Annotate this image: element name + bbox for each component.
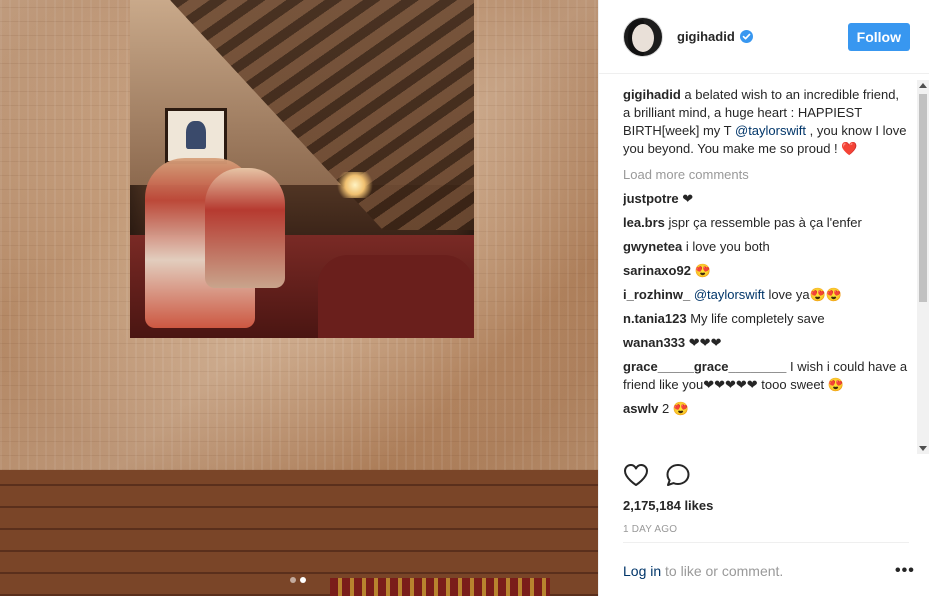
person xyxy=(205,168,285,288)
follow-button[interactable]: Follow xyxy=(847,22,910,51)
comment-item: lea.brs jspr ça ressemble pas à ça l'enf… xyxy=(623,214,908,232)
lamp xyxy=(335,172,375,198)
rug xyxy=(330,578,550,596)
verified-badge-icon xyxy=(739,30,753,43)
post-timestamp: 1 DAY AGO xyxy=(623,524,678,535)
comment-item: n.tania123 My life completely save xyxy=(623,310,908,328)
comment-username[interactable]: sarinaxo92 xyxy=(623,263,691,278)
post-sidebar: gigihadid Follow gigihadid a belated wis… xyxy=(598,0,929,596)
post-header: gigihadid Follow xyxy=(599,0,929,74)
comment-item: sarinaxo92 😍 xyxy=(623,262,908,280)
carousel-indicator xyxy=(290,577,306,583)
comment-text: 😍 xyxy=(694,263,711,278)
comment-item: i_rozhinw_ @taylorswift love ya😍😍 xyxy=(623,286,908,304)
comment-username[interactable]: grace_____grace________ xyxy=(623,359,786,374)
comment-text: My life completely save xyxy=(690,311,825,326)
caption-username[interactable]: gigihadid xyxy=(623,87,681,102)
comment-username[interactable]: lea.brs xyxy=(623,215,665,230)
comment-text: 2 😍 xyxy=(662,401,690,416)
login-link[interactable]: Log in xyxy=(623,563,661,579)
mirror-reflection xyxy=(130,0,474,338)
comment-icon[interactable] xyxy=(665,463,691,487)
comment-mention[interactable]: @taylorswift xyxy=(694,287,765,302)
carousel-dot-active xyxy=(300,577,306,583)
comment-item: gwynetea i love you both xyxy=(623,238,908,256)
divider xyxy=(623,542,909,543)
post-photo[interactable] xyxy=(0,0,598,596)
header-username[interactable]: gigihadid xyxy=(677,29,735,44)
scroll-down-arrow-icon[interactable] xyxy=(919,446,927,451)
comment-username[interactable]: n.tania123 xyxy=(623,311,687,326)
scrollbar-thumb[interactable] xyxy=(919,94,927,302)
load-more-comments-link[interactable]: Load more comments xyxy=(623,166,908,184)
armchair xyxy=(318,255,474,338)
scroll-up-arrow-icon[interactable] xyxy=(919,83,927,88)
comment-username[interactable]: gwynetea xyxy=(623,239,682,254)
comment-text: jspr ça ressemble pas à ça l'enfer xyxy=(668,215,862,230)
post-actions xyxy=(623,463,691,487)
comment-username[interactable]: aswlv xyxy=(623,401,658,416)
avatar[interactable] xyxy=(623,16,663,57)
comments-scrollbar[interactable] xyxy=(917,80,929,454)
comment-username[interactable]: i_rozhinw_ xyxy=(623,287,690,302)
comment-item: justpotre ❤ xyxy=(623,190,908,208)
comment-text: i love you both xyxy=(685,239,770,254)
more-options-icon[interactable]: ••• xyxy=(895,563,915,579)
comment-text: ❤ xyxy=(682,191,694,206)
login-prompt: Log in to like or comment. xyxy=(623,563,784,579)
heart-icon[interactable] xyxy=(623,463,649,487)
comment-text: ❤❤❤ xyxy=(688,335,722,350)
comment-item: aswlv 2 😍 xyxy=(623,400,908,418)
comment-item: grace_____grace________ I wish i could h… xyxy=(623,358,908,394)
wall-picture xyxy=(165,108,227,164)
comment-username[interactable]: wanan333 xyxy=(623,335,685,350)
caption-mention[interactable]: @taylorswift xyxy=(735,123,806,138)
carousel-dot xyxy=(290,577,296,583)
comments-list: gigihadid a belated wish to an incredibl… xyxy=(623,86,908,456)
comment-item: wanan333 ❤❤❤ xyxy=(623,334,908,352)
like-count: 2,175,184 likes xyxy=(623,498,714,513)
comment-text: love ya😍😍 xyxy=(768,287,843,302)
post-caption: gigihadid a belated wish to an incredibl… xyxy=(623,87,907,156)
comment-username[interactable]: justpotre xyxy=(623,191,679,206)
